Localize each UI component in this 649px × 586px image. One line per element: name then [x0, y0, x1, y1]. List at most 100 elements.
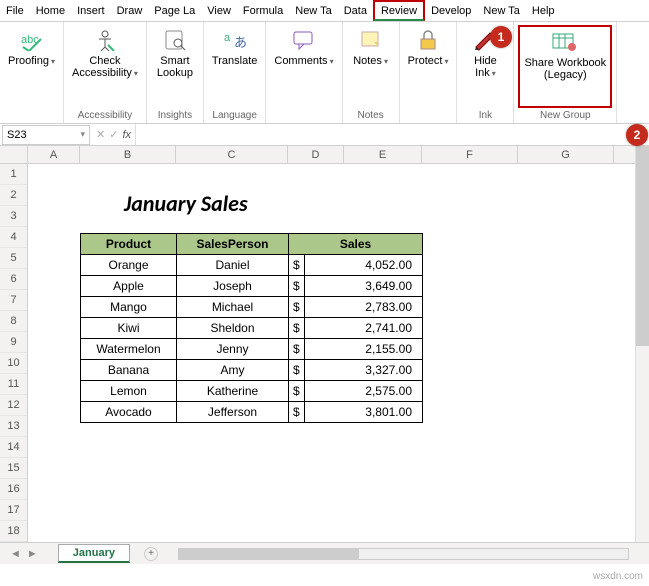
menu-insert[interactable]: Insert	[71, 0, 111, 21]
cell-person[interactable]: Jenny	[177, 339, 289, 360]
name-box[interactable]: S23▾	[2, 125, 90, 145]
menu-review[interactable]: Review	[373, 0, 425, 21]
translate-button[interactable]: aあ Translate	[208, 25, 261, 108]
share-workbook-button[interactable]: Share Workbook (Legacy)	[518, 25, 612, 108]
cell-product[interactable]: Apple	[81, 276, 177, 297]
cell-amount[interactable]: 3,649.00	[305, 276, 423, 297]
prev-sheet-icon[interactable]: ◄	[10, 548, 21, 560]
col-header[interactable]: F	[422, 146, 518, 163]
cell-product[interactable]: Mango	[81, 297, 177, 318]
menu-new-tab[interactable]: New Ta	[289, 0, 337, 21]
col-header[interactable]: G	[518, 146, 614, 163]
formula-input[interactable]	[135, 124, 649, 145]
cell-person[interactable]: Joseph	[177, 276, 289, 297]
proofing-button[interactable]: abc Proofing	[4, 25, 59, 119]
fx-controls: ✕ ✓ fx	[92, 128, 135, 141]
chevron-down-icon: ▾	[80, 129, 85, 140]
row-header[interactable]: 15	[0, 458, 27, 479]
cell-amount[interactable]: 2,741.00	[305, 318, 423, 339]
sheet-tab-bar: ◄► January +	[0, 542, 649, 564]
cell-product[interactable]: Orange	[81, 255, 177, 276]
smart-lookup-button[interactable]: Smart Lookup	[151, 25, 199, 108]
cell-currency[interactable]: $	[289, 255, 305, 276]
menu-view[interactable]: View	[201, 0, 237, 21]
sheet-nav[interactable]: ◄►	[0, 548, 48, 560]
group-protect: Protect	[400, 22, 458, 123]
menu-file[interactable]: File	[0, 0, 30, 21]
select-all-corner[interactable]	[0, 146, 28, 163]
col-header[interactable]: D	[288, 146, 344, 163]
cell-person[interactable]: Katherine	[177, 381, 289, 402]
row-header[interactable]: 5	[0, 248, 27, 269]
next-sheet-icon[interactable]: ►	[27, 548, 38, 560]
notes-button[interactable]: Notes	[347, 25, 395, 108]
menu-help[interactable]: Help	[526, 0, 561, 21]
cell-amount[interactable]: 2,783.00	[305, 297, 423, 318]
menu-developer[interactable]: Develop	[425, 0, 477, 21]
cell-currency[interactable]: $	[289, 360, 305, 381]
cell-person[interactable]: Daniel	[177, 255, 289, 276]
cell-person[interactable]: Jefferson	[177, 402, 289, 423]
row-header[interactable]: 10	[0, 353, 27, 374]
row-header[interactable]: 14	[0, 437, 27, 458]
menu-page-layout[interactable]: Page La	[148, 0, 201, 21]
cell-currency[interactable]: $	[289, 381, 305, 402]
scroll-thumb[interactable]	[179, 549, 359, 559]
comments-button[interactable]: Comments	[270, 25, 337, 119]
confirm-icon[interactable]: ✓	[109, 128, 118, 141]
row-header[interactable]: 3	[0, 206, 27, 227]
row-header[interactable]: 7	[0, 290, 27, 311]
horizontal-scrollbar[interactable]	[178, 548, 629, 560]
cancel-icon[interactable]: ✕	[96, 128, 105, 141]
row-header[interactable]: 17	[0, 500, 27, 521]
cell-person[interactable]: Sheldon	[177, 318, 289, 339]
vertical-scrollbar[interactable]	[635, 146, 649, 546]
row-header[interactable]: 18	[0, 521, 27, 542]
row-header[interactable]: 11	[0, 374, 27, 395]
cell-currency[interactable]: $	[289, 402, 305, 423]
col-header[interactable]: B	[80, 146, 176, 163]
table-row: KiwiSheldon$2,741.00	[81, 318, 423, 339]
add-sheet-button[interactable]: +	[144, 547, 158, 561]
cell-person[interactable]: Amy	[177, 360, 289, 381]
row-header[interactable]: 13	[0, 416, 27, 437]
row-header[interactable]: 4	[0, 227, 27, 248]
menu-home[interactable]: Home	[30, 0, 71, 21]
row-header[interactable]: 8	[0, 311, 27, 332]
menu-data[interactable]: Data	[338, 0, 373, 21]
cell-product[interactable]: Watermelon	[81, 339, 177, 360]
row-header[interactable]: 12	[0, 395, 27, 416]
row-header[interactable]: 6	[0, 269, 27, 290]
sheet-tab-january[interactable]: January	[58, 544, 130, 563]
scroll-thumb[interactable]	[636, 146, 649, 346]
row-header[interactable]: 1	[0, 164, 27, 185]
cell-amount[interactable]: 4,052.00	[305, 255, 423, 276]
menu-draw[interactable]: Draw	[111, 0, 149, 21]
row-header[interactable]: 2	[0, 185, 27, 206]
cell-currency[interactable]: $	[289, 297, 305, 318]
row-header[interactable]: 16	[0, 479, 27, 500]
menu-formulas[interactable]: Formula	[237, 0, 289, 21]
row-header[interactable]: 9	[0, 332, 27, 353]
menu-new-tab-2[interactable]: New Ta	[477, 0, 525, 21]
col-header[interactable]: C	[176, 146, 288, 163]
cells-area[interactable]: January Sales Product SalesPerson Sales …	[28, 164, 649, 542]
cell-product[interactable]: Avocado	[81, 402, 177, 423]
cell-amount[interactable]: 2,155.00	[305, 339, 423, 360]
cell-currency[interactable]: $	[289, 318, 305, 339]
cell-amount[interactable]: 2,575.00	[305, 381, 423, 402]
cell-currency[interactable]: $	[289, 339, 305, 360]
group-new-group: Share Workbook (Legacy) New Group	[514, 22, 617, 123]
col-header[interactable]: E	[344, 146, 422, 163]
cell-product[interactable]: Lemon	[81, 381, 177, 402]
cell-product[interactable]: Kiwi	[81, 318, 177, 339]
cell-amount[interactable]: 3,801.00	[305, 402, 423, 423]
col-header[interactable]: A	[28, 146, 80, 163]
check-accessibility-button[interactable]: Check Accessibility	[68, 25, 142, 108]
cell-product[interactable]: Banana	[81, 360, 177, 381]
cell-person[interactable]: Michael	[177, 297, 289, 318]
cell-amount[interactable]: 3,327.00	[305, 360, 423, 381]
fx-icon[interactable]: fx	[122, 129, 131, 141]
protect-button[interactable]: Protect	[404, 25, 453, 119]
cell-currency[interactable]: $	[289, 276, 305, 297]
